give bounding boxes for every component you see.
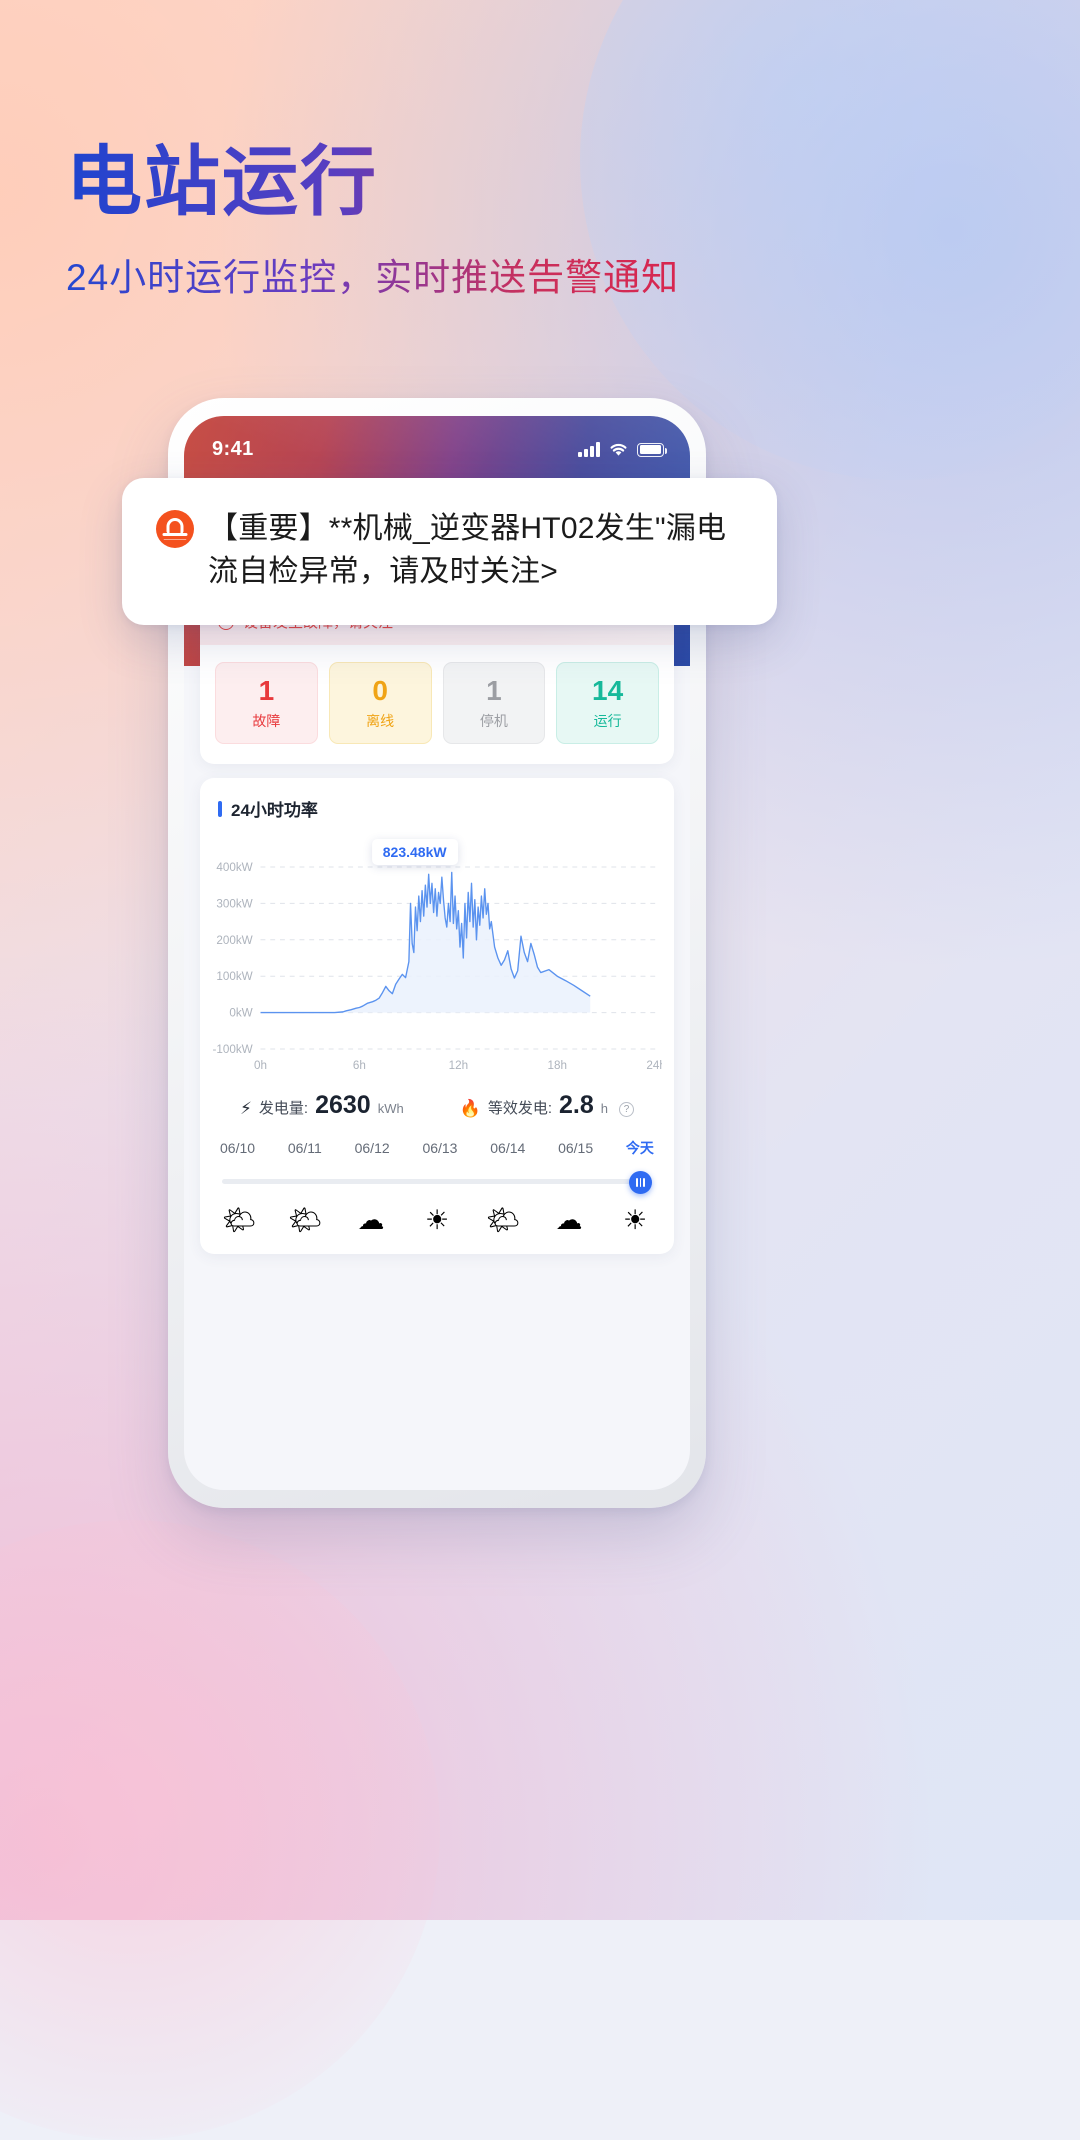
status-tiles: 1 故障 0 离线 1 停机 14 运行	[200, 645, 674, 764]
svg-text:400kW: 400kW	[216, 860, 253, 874]
sun-icon: ☀	[622, 1205, 648, 1236]
slider-track	[222, 1179, 652, 1185]
stat-label: 发电量:	[258, 1100, 309, 1118]
stat-unit: h	[600, 1101, 608, 1117]
svg-text:6h: 6h	[353, 1058, 366, 1072]
svg-text:100kW: 100kW	[216, 969, 253, 983]
svg-text:12h: 12h	[449, 1058, 468, 1072]
status-tile-value: 0	[372, 675, 388, 706]
svg-text:0h: 0h	[254, 1058, 267, 1072]
cloud-icon: ☁	[555, 1205, 583, 1236]
date-item[interactable]: 06/14	[490, 1140, 525, 1156]
page-title: 电站运行	[66, 140, 679, 225]
date-slider[interactable]	[222, 1171, 652, 1195]
title-accent-bar	[218, 800, 222, 817]
power-chart[interactable]: 400kW 300kW 200kW 100kW 0kW -100kW 0h 6h 12h 18h 2…	[204, 837, 662, 1075]
bell-icon	[156, 510, 194, 548]
status-bar-time: 9:41	[212, 438, 254, 460]
stat-label: 等效发电:	[487, 1100, 552, 1118]
stat-value: 2630	[315, 1091, 371, 1120]
sun-behind-cloud-icon: 🌤	[287, 1205, 323, 1236]
decorative-blob	[0, 1520, 440, 2140]
wifi-icon	[610, 443, 627, 456]
help-icon[interactable]: ?	[619, 1102, 634, 1118]
status-tile-label: 运行	[593, 713, 622, 730]
svg-text:18h: 18h	[547, 1058, 566, 1072]
status-tile-stopped[interactable]: 1 停机	[442, 662, 546, 745]
status-tile-label: 离线	[366, 713, 395, 730]
status-tile-value: 14	[592, 675, 624, 706]
svg-text:300kW: 300kW	[216, 897, 253, 911]
sun-icon: ☀	[424, 1205, 450, 1236]
power-chart-title: 24小时功率	[200, 796, 674, 821]
stats-row: ⚡ 发电量: 2630 kWh 🔥 等效发电: 2.8 h ?	[200, 1075, 674, 1120]
weather-row: 🌤 🌤 ☁ ☀ 🌤 ☁ ☀	[200, 1193, 674, 1238]
date-item-today[interactable]: 今天	[626, 1138, 654, 1158]
power-chart-svg: 400kW 300kW 200kW 100kW 0kW -100kW0h 6h 12h 18h 2…	[212, 860, 662, 1072]
status-tile-value: 1	[258, 675, 275, 706]
date-item[interactable]: 06/10	[220, 1140, 255, 1156]
date-item[interactable]: 06/12	[355, 1140, 390, 1156]
status-bar: 9:41	[184, 416, 690, 461]
battery-icon	[637, 442, 668, 457]
sun-behind-cloud-icon: 🌤	[221, 1205, 257, 1236]
date-item[interactable]: 06/13	[422, 1140, 457, 1156]
status-tile-label: 故障	[252, 713, 281, 730]
svg-text:200kW: 200kW	[216, 933, 253, 947]
date-item[interactable]: 06/11	[288, 1140, 322, 1156]
svg-text:0kW: 0kW	[229, 1006, 253, 1020]
page-subtitle: 24小时运行监控，实时推送告警通知	[66, 247, 679, 301]
power-generation-icon: ⚡	[239, 1099, 252, 1119]
hero-section: 电站运行 24小时运行监控，实时推送告警通知	[66, 140, 679, 301]
stat-value: 2.8	[559, 1091, 594, 1120]
app-content: 设备发生故障，请关注 1 故障 0 离线 1 停机	[184, 598, 690, 1255]
power-chart-card: 24小时功率 400kW 300kW 200kW 100kW 0kW -100kW 0h 6h…	[200, 778, 674, 1255]
svg-text:24h: 24h	[646, 1058, 662, 1072]
signal-bars-icon	[578, 442, 600, 457]
notification-text: 【重要】**机械_逆变器HT02发生"漏电流自检异常，请及时关注>	[208, 512, 727, 588]
cloud-icon: ☁	[357, 1205, 385, 1236]
stat-equivalent-hours: 🔥 等效发电: 2.8 h ?	[460, 1091, 634, 1120]
status-tile-label: 停机	[479, 713, 508, 730]
status-tile-running[interactable]: 14 运行	[556, 662, 659, 745]
chart-tooltip: 823.48kW	[371, 839, 458, 866]
slider-thumb[interactable]	[629, 1171, 652, 1195]
status-tile-offline[interactable]: 0 离线	[328, 662, 432, 745]
status-tile-fault[interactable]: 1 故障	[215, 662, 318, 745]
status-tile-value: 1	[486, 675, 502, 706]
sun-behind-cloud-icon: 🌤	[485, 1205, 521, 1236]
svg-text:-100kW: -100kW	[212, 1042, 253, 1056]
power-chart-title-text: 24小时功率	[231, 801, 318, 821]
stat-unit: kWh	[377, 1101, 404, 1117]
stat-power-generation: ⚡ 发电量: 2630 kWh	[240, 1091, 404, 1120]
status-bar-icons	[578, 442, 668, 457]
date-item[interactable]: 06/15	[558, 1140, 593, 1156]
date-selector: 06/10 06/11 06/12 06/13 06/14 06/15 今天	[200, 1120, 674, 1158]
equivalent-hours-icon: 🔥	[459, 1099, 481, 1119]
alert-notification-card[interactable]: 【重要】**机械_逆变器HT02发生"漏电流自检异常，请及时关注>	[122, 478, 777, 626]
